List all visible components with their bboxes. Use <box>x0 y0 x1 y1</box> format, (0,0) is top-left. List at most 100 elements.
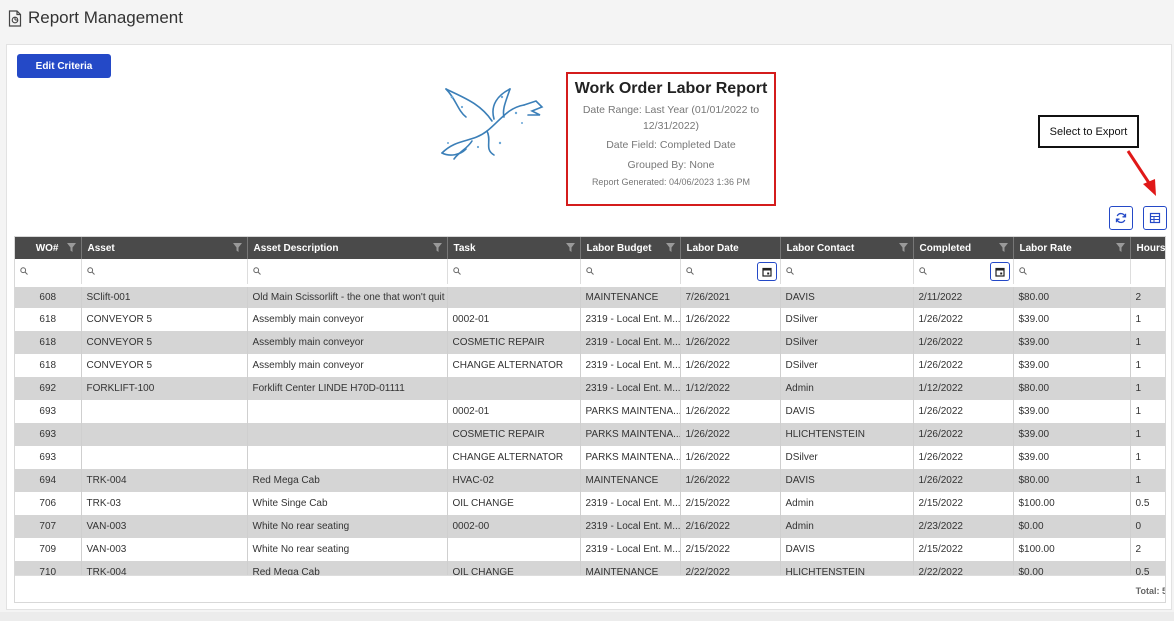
cell-completed: 1/26/2022 <box>913 400 1014 423</box>
cell-labor-date: 1/26/2022 <box>680 308 781 331</box>
cell-labor-date: 2/16/2022 <box>680 515 781 538</box>
filter-icon[interactable] <box>1115 243 1125 252</box>
search-icon <box>685 267 694 276</box>
column-header-label: Labor Budget <box>586 242 652 254</box>
cell-hours: 2 <box>1130 283 1165 308</box>
table-row[interactable]: 707 VAN-003 White No rear seating 0002-00 23… <box>15 515 1165 538</box>
export-icon <box>1149 212 1161 224</box>
cell-labor-budget: 2319 - Local Ent. M... <box>580 538 681 561</box>
cell-asset-description <box>247 400 448 423</box>
cell-wonum: 693 <box>15 446 82 469</box>
filter-cell-task[interactable] <box>447 259 581 286</box>
cell-labor-rate: $39.00 <box>1013 308 1131 331</box>
filter-icon[interactable] <box>665 243 675 252</box>
cell-asset: TRK-03 <box>81 492 248 515</box>
cell-asset-description: Old Main Scissorlift - the one that won'… <box>247 283 448 308</box>
cell-asset-description: Assembly main conveyor <box>247 331 448 354</box>
column-header-asset-description[interactable]: Asset Description <box>247 237 448 259</box>
cell-wonum: 693 <box>15 423 82 446</box>
table-row[interactable]: 618 CONVEYOR 5 Assembly main conveyor 0002-… <box>15 308 1165 331</box>
column-header-labor-rate[interactable]: Labor Rate <box>1013 237 1131 259</box>
cell-labor-budget: 2319 - Local Ent. M... <box>580 492 681 515</box>
table-row[interactable]: 693 COSMETIC REPAIR PARKS MAINTENA... 1/26/… <box>15 423 1165 446</box>
cell-asset <box>81 446 248 469</box>
filter-cell-completed[interactable] <box>913 259 1014 286</box>
cell-completed: 1/26/2022 <box>913 308 1014 331</box>
filter-cell-labor-rate[interactable] <box>1013 259 1131 286</box>
report-date-field: Date Field: Completed Date <box>606 139 736 151</box>
cell-hours: 1 <box>1130 423 1165 446</box>
column-header-labor-date[interactable]: Labor Date <box>680 237 781 259</box>
table-row[interactable]: 693 0002-01 PARKS MAINTENA... 1/26/2022 DAVI… <box>15 400 1165 423</box>
filter-icon[interactable] <box>232 243 242 252</box>
search-icon <box>20 267 28 276</box>
filter-cell-labor-budget[interactable] <box>580 259 681 286</box>
filter-cell-wonum[interactable] <box>15 259 82 286</box>
column-header-completed[interactable]: Completed <box>913 237 1014 259</box>
cell-labor-date: 1/26/2022 <box>680 400 781 423</box>
cell-asset-description: White No rear seating <box>247 538 448 561</box>
filter-cell-labor-contact[interactable] <box>780 259 914 286</box>
column-header-hours[interactable]: Hours <box>1130 237 1166 259</box>
table-row[interactable]: 618 CONVEYOR 5 Assembly main conveyor COSME… <box>15 331 1165 354</box>
column-header-labor-budget[interactable]: Labor Budget <box>580 237 681 259</box>
cell-asset: CONVEYOR 5 <box>81 354 248 377</box>
filter-icon[interactable] <box>432 243 442 252</box>
cell-labor-date: 1/26/2022 <box>680 331 781 354</box>
cell-labor-budget: 2319 - Local Ent. M... <box>580 377 681 400</box>
table-row[interactable]: 709 VAN-003 White No rear seating 2319 - Lo… <box>15 538 1165 561</box>
cell-labor-rate: $80.00 <box>1013 377 1131 400</box>
cell-labor-contact: DAVIS <box>780 283 914 308</box>
filter-cell-hours[interactable] <box>1130 259 1165 286</box>
table-row[interactable]: 608 SClift-001 Old Main Scissorlift - the … <box>15 283 1165 308</box>
table-row[interactable]: 693 CHANGE ALTERNATOR PARKS MAINTENA... 1/2… <box>15 446 1165 469</box>
cell-labor-contact: Admin <box>780 377 914 400</box>
column-header-task[interactable]: Task <box>447 237 581 259</box>
column-header-asset[interactable]: Asset <box>81 237 248 259</box>
cell-task <box>447 377 581 400</box>
table-row[interactable]: 692 FORKLIFT-100 Forklift Center LINDE H70… <box>15 377 1165 400</box>
cell-asset: CONVEYOR 5 <box>81 308 248 331</box>
filter-icon[interactable] <box>898 243 908 252</box>
filter-icon[interactable] <box>565 243 575 252</box>
cell-task: CHANGE ALTERNATOR <box>447 446 581 469</box>
table-row[interactable]: 618 CONVEYOR 5 Assembly main conveyor CHANG… <box>15 354 1165 377</box>
column-header-label: Hours <box>1136 242 1166 254</box>
table-row[interactable]: 706 TRK-03 White Singe Cab OIL CHANGE 2319 -… <box>15 492 1165 515</box>
column-header-wonum[interactable]: WO# <box>15 237 82 259</box>
column-header-label: Asset <box>87 242 115 254</box>
export-button[interactable] <box>1143 206 1167 230</box>
filter-icon[interactable] <box>66 243 76 252</box>
cell-asset-description <box>247 446 448 469</box>
cell-labor-contact: Admin <box>780 515 914 538</box>
column-header-labor-contact[interactable]: Labor Contact <box>780 237 914 259</box>
grid-header-row: WO# Asset Asset Description Task Labor Budge… <box>15 237 1166 259</box>
edit-criteria-button[interactable]: Edit Criteria <box>17 54 111 78</box>
filter-cell-asset[interactable] <box>81 259 248 286</box>
cell-completed: 1/26/2022 <box>913 446 1014 469</box>
filter-cell-labor-date[interactable] <box>680 259 781 286</box>
refresh-button[interactable] <box>1109 206 1133 230</box>
column-header-label: Labor Rate <box>1019 242 1072 254</box>
export-callout: Select to Export <box>1038 115 1139 148</box>
date-picker-button[interactable] <box>756 262 777 281</box>
cell-hours: 1 <box>1130 354 1165 377</box>
table-row[interactable]: 694 TRK-004 Red Mega Cab HVAC-02 MAINTENANCE… <box>15 469 1165 492</box>
cell-wonum: 693 <box>15 400 82 423</box>
cell-asset: TRK-004 <box>81 469 248 492</box>
red-arrow-icon <box>1126 150 1156 196</box>
cell-asset: VAN-003 <box>81 515 248 538</box>
filter-cell-asset-description[interactable] <box>247 259 448 286</box>
cell-completed: 1/26/2022 <box>913 423 1014 446</box>
calendar-icon <box>994 267 1005 277</box>
filter-icon[interactable] <box>998 243 1008 252</box>
cell-labor-budget: 2319 - Local Ent. M... <box>580 308 681 331</box>
cell-labor-budget: PARKS MAINTENA... <box>580 423 681 446</box>
cell-labor-date: 2/15/2022 <box>680 538 781 561</box>
report-document-icon <box>8 9 22 27</box>
date-picker-button[interactable] <box>989 262 1010 281</box>
cell-asset-description: White No rear seating <box>247 515 448 538</box>
cell-completed: 1/12/2022 <box>913 377 1014 400</box>
cell-asset-description: Assembly main conveyor <box>247 308 448 331</box>
column-header-label: WO# <box>35 242 59 254</box>
